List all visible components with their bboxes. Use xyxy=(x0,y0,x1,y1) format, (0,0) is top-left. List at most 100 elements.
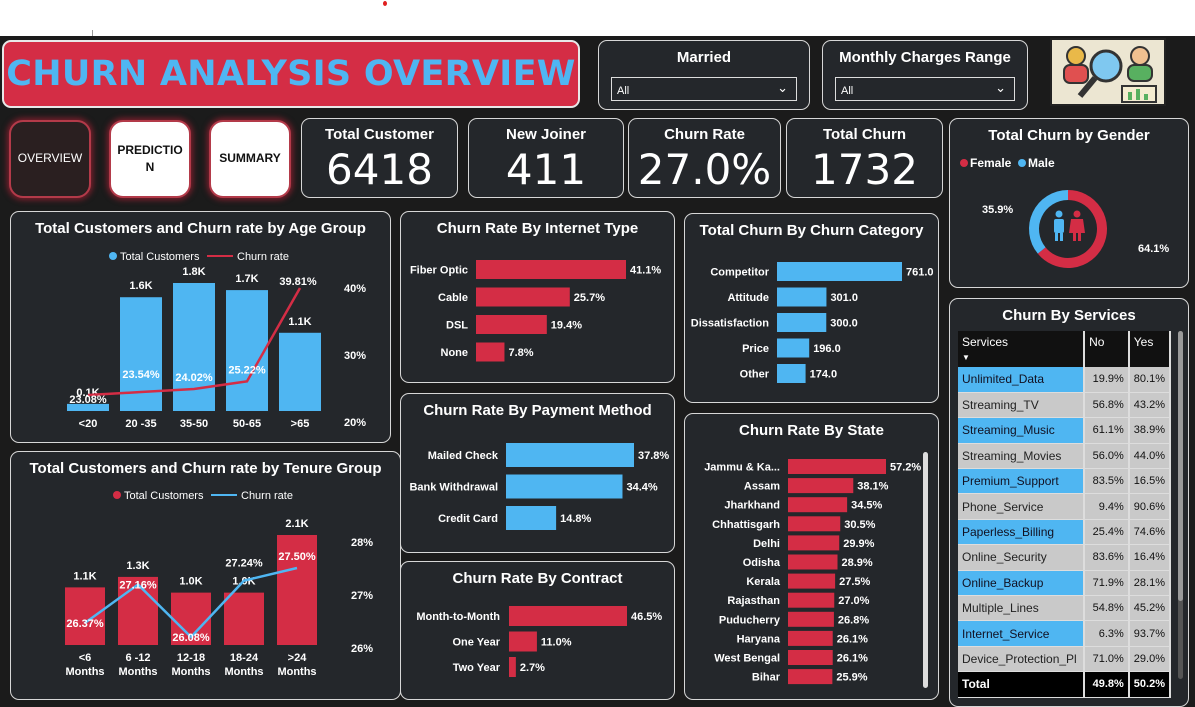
category-label: Months xyxy=(171,666,210,678)
legend-dot xyxy=(113,491,121,499)
table-cell-yes: 16.4% xyxy=(1128,544,1172,571)
gender-donut-chart: Female Male 64.1% 35.9% xyxy=(960,156,1169,268)
table-total-row[interactable]: Total 49.8% 50.2% xyxy=(958,671,1172,698)
data-label: 196.0 xyxy=(813,343,841,355)
table-cell-yes: 38.9% xyxy=(1128,417,1172,444)
category-label: Months xyxy=(65,666,104,678)
line-data-label: 27.24% xyxy=(225,558,263,570)
table-row[interactable]: Premium_Support 83.5% 16.5% xyxy=(958,468,1172,495)
table-row[interactable]: Phone_Service 9.4% 90.6% xyxy=(958,493,1172,520)
tenure-group-panel: Total Customers and Churn rate by Tenure… xyxy=(10,451,401,700)
churn-category-panel: Total Churn By Churn Category Competitor… xyxy=(684,213,939,403)
services-table-body: Unlimited_Data 19.9% 80.1% Streaming_TV 56.8… xyxy=(958,367,1172,698)
data-label: 27.0% xyxy=(838,595,869,607)
table-cell-yes: 44.0% xyxy=(1128,443,1172,470)
bar xyxy=(777,338,810,358)
table-row[interactable]: Streaming_Music 61.1% 38.9% xyxy=(958,417,1172,444)
summary-button[interactable]: SUMMARY xyxy=(209,120,291,198)
kpi-value: 411 xyxy=(505,145,587,194)
legend-dot xyxy=(960,159,968,167)
table-row[interactable]: Online_Backup 71.9% 28.1% xyxy=(958,570,1172,597)
data-label: 1.1K xyxy=(73,570,96,582)
legend-label: Total Customers xyxy=(120,251,200,263)
category-label: Odisha xyxy=(743,557,781,569)
table-row[interactable]: Device_Protection_Pl 71.0% 29.0% xyxy=(958,646,1172,673)
bar xyxy=(65,587,105,645)
category-label: Months xyxy=(277,666,316,678)
category-label: <20 xyxy=(79,418,98,430)
table-cell-yes: 50.2% xyxy=(1128,671,1172,698)
category-label: Price xyxy=(742,343,769,355)
table-cell-service: Paperless_Billing xyxy=(958,519,1086,546)
table-row[interactable]: Internet_Service 6.3% 93.7% xyxy=(958,620,1172,647)
services-panel: Churn By Services Services ▼ No Yes Unlim… xyxy=(949,298,1189,707)
gender-panel: Total Churn by Gender Female Male 64.1% 35.… xyxy=(949,118,1189,288)
bar xyxy=(788,478,854,494)
overview-button[interactable]: OVERVIEW xyxy=(9,120,91,198)
data-label: 14.8% xyxy=(560,513,591,525)
category-label: Cable xyxy=(438,292,468,304)
internet-type-panel: Churn Rate By Internet Type Fiber Optic 4… xyxy=(400,211,675,383)
table-row[interactable]: Streaming_TV 56.8% 43.2% xyxy=(958,392,1172,419)
bar xyxy=(506,474,623,499)
bar xyxy=(788,592,835,608)
bar xyxy=(788,573,836,589)
bar xyxy=(788,516,841,532)
category-label: Two Year xyxy=(453,662,501,674)
slicer-monthly-charges-value: All xyxy=(841,85,854,97)
table-cell-service: Premium_Support xyxy=(958,468,1086,495)
line-data-label: 23.54% xyxy=(122,369,160,381)
bar xyxy=(476,315,547,334)
data-label: 26.1% xyxy=(837,633,868,645)
table-row[interactable]: Streaming_Movies 56.0% 44.0% xyxy=(958,443,1172,470)
legend-dot xyxy=(109,252,117,260)
category-label: Haryana xyxy=(737,633,781,645)
data-label: 57.2% xyxy=(890,462,921,474)
table-cell-yes: 90.6% xyxy=(1128,493,1172,520)
table-cell-no: 54.8% xyxy=(1084,595,1130,622)
table-row[interactable]: Online_Security 83.6% 16.4% xyxy=(958,544,1172,571)
red-dot-marker xyxy=(383,1,387,6)
prediction-button[interactable]: PREDICTIO N xyxy=(109,120,191,198)
table-cell-service: Device_Protection_Pl xyxy=(958,646,1086,673)
data-label: 34.5% xyxy=(851,500,882,512)
state-scrollbar[interactable] xyxy=(923,452,928,688)
tenure-group-chart: Total Customers Churn rate 28% 27% 26% 1.1K <6… xyxy=(65,490,373,678)
no-column-header[interactable]: No xyxy=(1084,331,1130,367)
bar xyxy=(788,611,834,627)
table-cell-yes: 74.6% xyxy=(1128,519,1172,546)
table-row[interactable]: Paperless_Billing 25.4% 74.6% xyxy=(958,519,1172,546)
category-label: Assam xyxy=(744,481,780,493)
kpi-churn-rate: Churn Rate 27.0% xyxy=(628,118,781,198)
kpi-total-customer: Total Customer 6418 xyxy=(301,118,458,198)
services-scrollbar-thumb[interactable] xyxy=(1178,331,1183,601)
yes-column-header[interactable]: Yes xyxy=(1128,331,1172,367)
sort-down-icon[interactable]: ▼ xyxy=(962,353,970,362)
category-label: Bank Withdrawal xyxy=(409,482,498,494)
bar xyxy=(224,592,264,645)
kpi-total-churn: Total Churn 1732 xyxy=(786,118,943,198)
slicer-monthly-charges-dropdown[interactable]: All ⌄ xyxy=(835,77,1015,101)
data-label: 761.0 xyxy=(906,267,934,279)
gender-title: Total Churn by Gender xyxy=(988,127,1150,144)
category-label: Months xyxy=(118,666,157,678)
data-label: 1.1K xyxy=(288,316,311,328)
chevron-down-icon[interactable]: ⌄ xyxy=(995,80,1006,96)
kpi-label: Total Customer xyxy=(325,126,434,143)
category-label: Attitude xyxy=(727,292,769,304)
data-label: 1.8K xyxy=(182,266,205,278)
slicer-monthly-charges[interactable]: Monthly Charges Range All ⌄ xyxy=(822,40,1028,110)
analytics-magnifier-icon xyxy=(1050,38,1166,106)
bar xyxy=(777,364,806,383)
data-label: 29.9% xyxy=(843,538,874,550)
category-label: 35-50 xyxy=(180,418,208,430)
line-data-label: 27.16% xyxy=(119,580,157,592)
table-row[interactable]: Unlimited_Data 19.9% 80.1% xyxy=(958,367,1172,393)
axis-tick-label: 20% xyxy=(344,417,366,429)
chevron-down-icon[interactable]: ⌄ xyxy=(777,80,788,96)
no-header-label: No xyxy=(1089,335,1105,349)
slicer-married[interactable]: Married All ⌄ xyxy=(598,40,810,110)
slicer-married-dropdown[interactable]: All ⌄ xyxy=(611,77,797,101)
services-column-header[interactable]: Services ▼ xyxy=(958,331,1086,367)
table-row[interactable]: Multiple_Lines 54.8% 45.2% xyxy=(958,595,1172,622)
